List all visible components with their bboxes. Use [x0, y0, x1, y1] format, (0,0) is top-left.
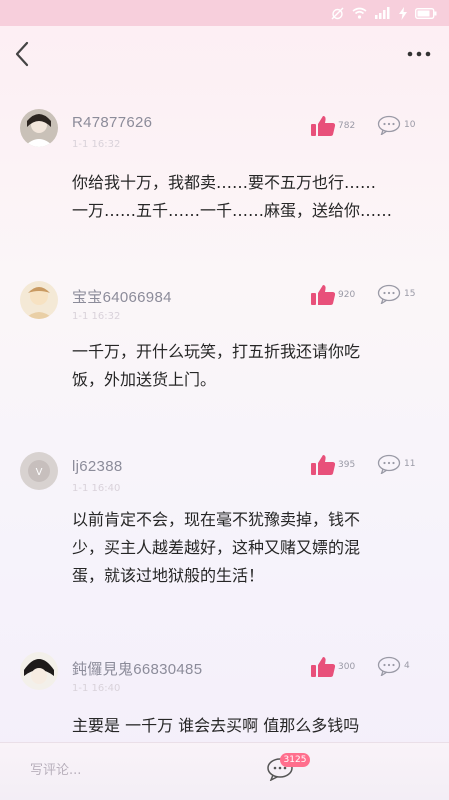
- avatar[interactable]: [20, 652, 58, 690]
- username[interactable]: 宝宝64066984: [72, 286, 172, 307]
- chevron-left-icon: [15, 41, 29, 67]
- thumbs-up-icon: [311, 116, 336, 136]
- comment-bubble-icon: [377, 284, 401, 304]
- wifi-icon: [352, 7, 367, 19]
- avatar[interactable]: [20, 281, 58, 319]
- comment-text-line: 主要是 一千万 谁会去买啊 值那么多钱吗: [72, 716, 360, 735]
- comment-count-badge: 3125: [280, 753, 310, 767]
- reply-count: 11: [404, 459, 416, 469]
- more-button[interactable]: [391, 34, 431, 74]
- timestamp: 1-1 16:40: [72, 483, 121, 494]
- like-count: 920: [338, 290, 356, 300]
- comment-bubble-icon: [377, 115, 401, 135]
- comment-text-line: 少，买主人越差越好，这种又赌又嫖的混: [72, 538, 361, 557]
- comment-bubble-icon: [377, 656, 401, 676]
- username[interactable]: lj62388: [72, 458, 122, 475]
- bottom-bar: 3125: [0, 742, 449, 800]
- thumbs-up-icon: [311, 657, 336, 677]
- battery-icon: [415, 7, 437, 19]
- comment-text-line: 你给我十万，我都卖……要不五万也行……: [72, 173, 377, 192]
- avatar[interactable]: [20, 109, 58, 147]
- like-button[interactable]: 300: [310, 656, 355, 678]
- nav-bar: [0, 26, 449, 82]
- comment-input[interactable]: [30, 763, 230, 778]
- like-button[interactable]: 920: [310, 284, 355, 306]
- avatar[interactable]: V: [20, 452, 58, 490]
- reply-button[interactable]: 15: [377, 284, 415, 304]
- comment-text-line: 以前肯定不会，现在毫不犹豫卖掉，钱不: [72, 510, 361, 529]
- reply-count: 10: [404, 120, 416, 130]
- reply-button[interactable]: 4: [377, 656, 410, 676]
- comment-text-line: 蛋，就该过地狱般的生活！: [72, 566, 265, 585]
- comment-text-line: 饭，外加送货上门。: [72, 370, 217, 389]
- signal-icon: [375, 7, 391, 19]
- reply-button[interactable]: 11: [377, 454, 415, 474]
- like-button[interactable]: 782: [310, 115, 355, 137]
- username[interactable]: R47877626: [72, 114, 152, 131]
- timestamp: 1-1 16:32: [72, 311, 121, 322]
- timestamp: 1-1 16:32: [72, 139, 121, 150]
- reply-count: 15: [404, 289, 416, 299]
- like-count: 782: [338, 121, 356, 131]
- comment-text: 主要是 一千万 谁会去买啊 值那么多钱吗: [72, 712, 434, 740]
- comment-text-line: 一万……五千……一千……麻蛋，送给你……: [72, 201, 393, 220]
- reply-count: 4: [404, 661, 410, 671]
- reply-button[interactable]: 10: [377, 115, 415, 135]
- like-button[interactable]: 395: [310, 454, 355, 476]
- thumbs-up-icon: [311, 455, 336, 475]
- comment-text-line: 一千万，开什么玩笑，打五折我还请你吃: [72, 342, 361, 361]
- alarm-icon: [331, 7, 344, 20]
- like-count: 395: [338, 460, 356, 470]
- username[interactable]: 鈍儸見鬼66830485: [72, 658, 202, 679]
- comment-text: 一千万，开什么玩笑，打五折我还请你吃 饭，外加送货上门。: [72, 338, 434, 394]
- comment-text: 你给我十万，我都卖……要不五万也行…… 一万……五千……一千……麻蛋，送给你……: [72, 169, 434, 225]
- svg-text:V: V: [36, 467, 43, 478]
- comment-bubble-icon: [377, 454, 401, 474]
- thumbs-up-icon: [311, 285, 336, 305]
- comment-text: 以前肯定不会，现在毫不犹豫卖掉，钱不 少，买主人越差越好，这种又赌又嫖的混 蛋，…: [72, 506, 434, 590]
- status-bar: [0, 0, 449, 26]
- back-button[interactable]: [14, 34, 44, 74]
- timestamp: 1-1 16:40: [72, 683, 121, 694]
- charging-icon: [399, 6, 407, 20]
- like-count: 300: [338, 662, 356, 672]
- more-icon: [407, 51, 431, 57]
